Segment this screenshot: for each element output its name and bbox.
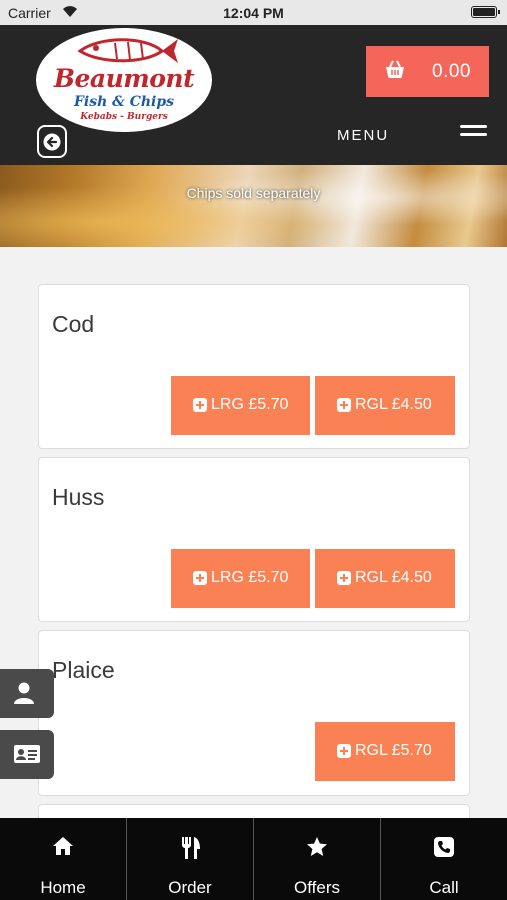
add-regular-button[interactable]: RGL £5.70 — [315, 722, 455, 781]
logo-tagline: Kebabs - Burgers — [80, 112, 168, 122]
item-name: Cod — [52, 311, 95, 337]
hamburger-menu-icon[interactable] — [460, 125, 487, 141]
button-label: RGL £4.50 — [355, 569, 432, 586]
plus-square-icon — [337, 571, 351, 585]
nav-label: Call — [429, 878, 459, 897]
brand-logo[interactable]: Beaumont Fish & Chips Kebabs - Burgers — [36, 28, 212, 132]
home-icon — [53, 837, 73, 855]
logo-subtitle: Fish & Chips — [73, 94, 175, 110]
add-large-button[interactable]: LRG £5.70 — [171, 376, 310, 435]
nav-label: Offers — [294, 878, 340, 897]
star-icon — [307, 837, 327, 856]
id-card-icon — [14, 745, 40, 763]
nav-label: Home — [40, 878, 86, 897]
add-regular-button[interactable]: RGL £4.50 — [315, 549, 455, 608]
menu-item-card: Cod LRG £5.70 RGL £4.50 — [38, 284, 470, 449]
clock: 12:04 PM — [223, 5, 284, 21]
item-name: Huss — [52, 484, 105, 510]
app-header: Beaumont Fish & Chips Kebabs - Burgers 0… — [0, 25, 507, 165]
button-label: LRG £5.70 — [211, 569, 289, 586]
banner-note: Chips sold separately — [186, 185, 321, 201]
add-regular-button[interactable]: RGL £4.50 — [315, 376, 455, 435]
menu-item-card: Huss LRG £5.70 RGL £4.50 — [38, 457, 470, 622]
arrow-left-icon — [43, 133, 61, 151]
bottom-nav: Home Order Offers Call — [0, 818, 507, 900]
cart-button[interactable]: 0.00 — [366, 46, 489, 97]
contact-card-button[interactable] — [0, 730, 54, 779]
category-banner: Chips sold separately — [0, 165, 507, 247]
button-label: RGL £4.50 — [355, 396, 432, 413]
back-button[interactable] — [37, 125, 67, 158]
plus-square-icon — [337, 398, 351, 412]
button-label: LRG £5.70 — [211, 396, 289, 413]
user-icon — [14, 682, 34, 704]
item-name: Plaice — [52, 657, 115, 683]
nav-label: Order — [168, 878, 212, 897]
nav-order[interactable]: Order — [127, 818, 253, 900]
nav-home[interactable]: Home — [0, 818, 126, 900]
battery-icon — [471, 6, 500, 18]
logo-brand-text: Beaumont — [53, 64, 195, 93]
cart-total: 0.00 — [432, 61, 471, 82]
plus-square-icon — [337, 744, 351, 758]
phone-icon — [434, 837, 454, 857]
account-button[interactable] — [0, 669, 54, 718]
fish-icon — [77, 38, 178, 63]
button-label: RGL £5.70 — [355, 742, 432, 759]
menu-item-card: Plaice RGL £5.70 — [38, 630, 470, 796]
nav-offers[interactable]: Offers — [254, 818, 380, 900]
basket-icon — [386, 60, 404, 78]
plus-square-icon — [193, 398, 207, 412]
cutlery-icon — [182, 837, 200, 859]
nav-call[interactable]: Call — [381, 818, 507, 900]
plus-square-icon — [193, 571, 207, 585]
add-large-button[interactable]: LRG £5.70 — [171, 549, 310, 608]
menu-label[interactable]: MENU — [337, 127, 389, 144]
status-bar: Carrier 12:04 PM — [0, 0, 507, 25]
